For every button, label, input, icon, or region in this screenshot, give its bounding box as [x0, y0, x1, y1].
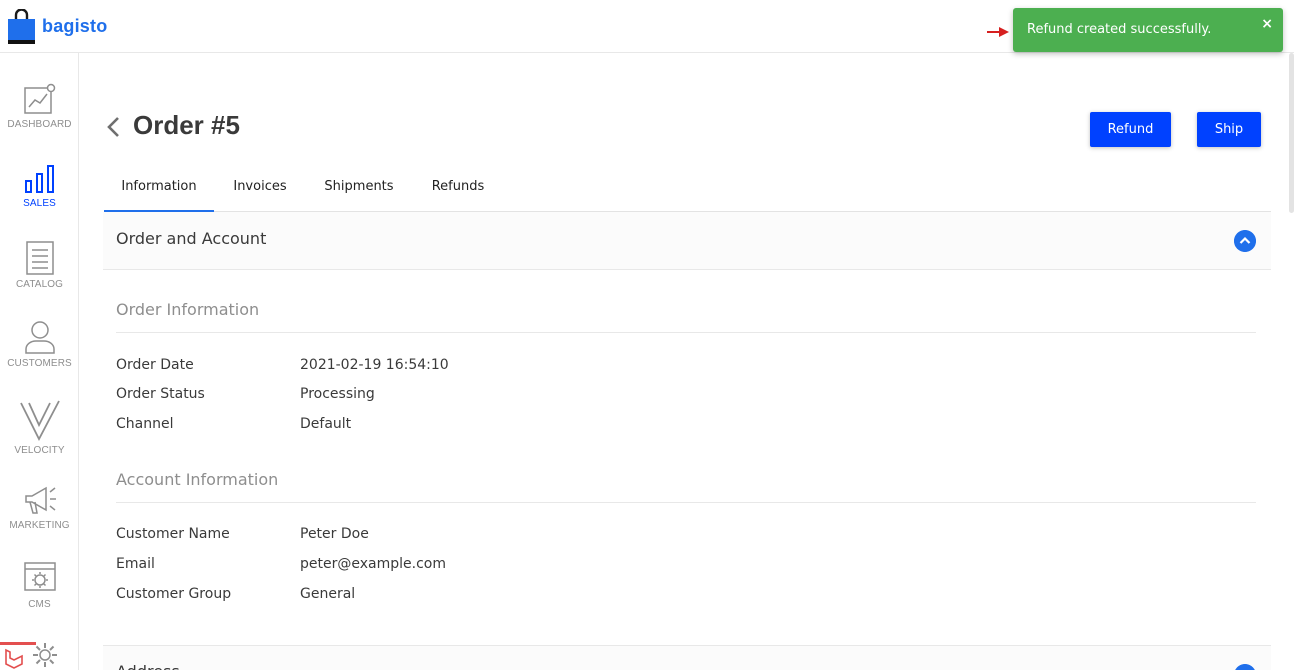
close-icon[interactable]: × [1261, 16, 1273, 32]
laravel-debugbar-icon[interactable] [0, 642, 36, 670]
sidebar-item-dashboard[interactable]: DASHBOARD [0, 83, 79, 130]
channel-value: Default [300, 416, 352, 432]
toast-message: Refund created successfully. [1027, 22, 1212, 37]
order-status-value: Processing [300, 386, 375, 402]
sidebar-item-customers[interactable]: CUSTOMERS [0, 320, 79, 369]
sidebar-item-sales[interactable]: SALES [0, 164, 79, 209]
tab-information[interactable]: Information [104, 168, 214, 212]
ship-button[interactable]: Ship [1197, 112, 1261, 147]
order-date-label: Order Date [116, 357, 194, 373]
sidebar-label: CUSTOMERS [7, 358, 72, 369]
logo-text: bagisto [42, 16, 108, 36]
order-date-value: 2021-02-19 16:54:10 [300, 357, 449, 373]
chevron-up-icon[interactable] [1234, 664, 1256, 670]
sidebar-item-velocity[interactable]: VELOCITY [0, 399, 79, 456]
back-arrow-icon[interactable] [104, 114, 122, 140]
order-account-accordion-header[interactable]: Order and Account [103, 212, 1271, 270]
order-information-title: Order Information [116, 300, 260, 319]
channel-label: Channel [116, 416, 174, 432]
marketing-megaphone-icon [24, 486, 56, 514]
sidebar-label: VELOCITY [14, 445, 65, 456]
tab-shipments[interactable]: Shipments [312, 168, 406, 212]
accordion-title: Order and Account [116, 229, 267, 248]
order-tabs: Information Invoices Shipments Refunds [104, 168, 1271, 212]
divider [116, 332, 1256, 333]
divider [116, 502, 1256, 503]
dashboard-icon [23, 83, 55, 114]
sidebar: DASHBOARD SALES CATALOG CUSTOMERS VELOCI… [0, 53, 79, 670]
tab-invoices[interactable]: Invoices [222, 168, 298, 212]
email-value: peter@example.com [300, 556, 446, 572]
account-information-title: Account Information [116, 470, 279, 489]
sales-chart-icon [24, 165, 54, 193]
cms-icon [23, 562, 56, 591]
tab-refunds[interactable]: Refunds [420, 168, 496, 212]
success-toast: Refund created successfully. × [1013, 8, 1283, 52]
catalog-icon [25, 241, 54, 275]
sidebar-item-marketing[interactable]: MARKETING [0, 484, 79, 531]
sidebar-label: SALES [23, 198, 56, 209]
velocity-icon [19, 400, 60, 441]
page-title: Order #5 [133, 110, 240, 140]
customer-group-label: Customer Group [116, 586, 232, 602]
address-accordion-header[interactable]: Address [103, 645, 1271, 670]
customer-name-label: Customer Name [116, 526, 230, 542]
customer-name-value: Peter Doe [300, 526, 369, 542]
accordion-title: Address [116, 662, 180, 670]
sidebar-label: CMS [28, 599, 51, 610]
sidebar-label: DASHBOARD [7, 119, 72, 130]
customers-icon [24, 321, 55, 354]
shopping-bag-icon [8, 9, 35, 44]
refund-button[interactable]: Refund [1090, 112, 1171, 147]
sidebar-label: CATALOG [15, 279, 63, 290]
arrow-right-icon [987, 27, 1009, 37]
order-status-label: Order Status [116, 386, 205, 402]
chevron-up-icon[interactable] [1234, 230, 1256, 252]
page-scrollbar[interactable] [1289, 53, 1294, 213]
sidebar-item-catalog[interactable]: CATALOG [0, 241, 79, 290]
customer-group-value: General [300, 586, 356, 602]
email-label: Email [116, 556, 155, 572]
bagisto-logo[interactable]: bagisto [8, 9, 107, 44]
sidebar-label: MARKETING [9, 520, 70, 531]
sidebar-item-cms[interactable]: CMS [0, 561, 79, 610]
